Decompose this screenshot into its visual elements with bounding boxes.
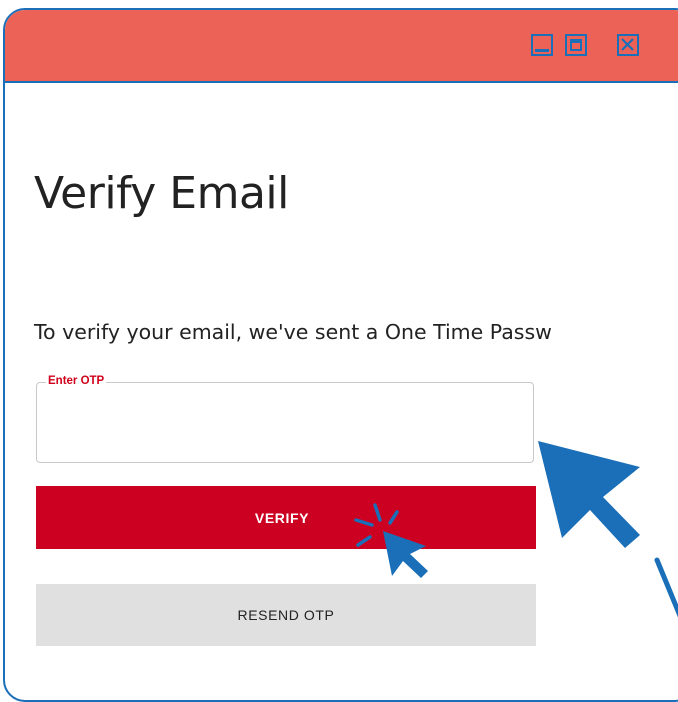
maximize-icon[interactable] — [565, 34, 587, 56]
resend-otp-button[interactable]: RESEND OTP — [36, 584, 536, 646]
instruction-text: To verify your email, we've sent a One T… — [34, 320, 552, 344]
verify-button-label: VERIFY — [254, 509, 310, 526]
minimize-icon[interactable] — [531, 34, 553, 56]
otp-label: Enter OTP — [46, 375, 107, 387]
verify-button[interactable]: VERIFY — [36, 486, 536, 549]
otp-field[interactable]: Enter OTP — [36, 375, 534, 463]
otp-input[interactable] — [47, 407, 521, 439]
page-title: Verify Email — [34, 168, 289, 219]
resend-button-label: RESEND OTP — [237, 607, 335, 623]
title-bar — [5, 10, 678, 83]
close-icon[interactable] — [617, 34, 639, 56]
